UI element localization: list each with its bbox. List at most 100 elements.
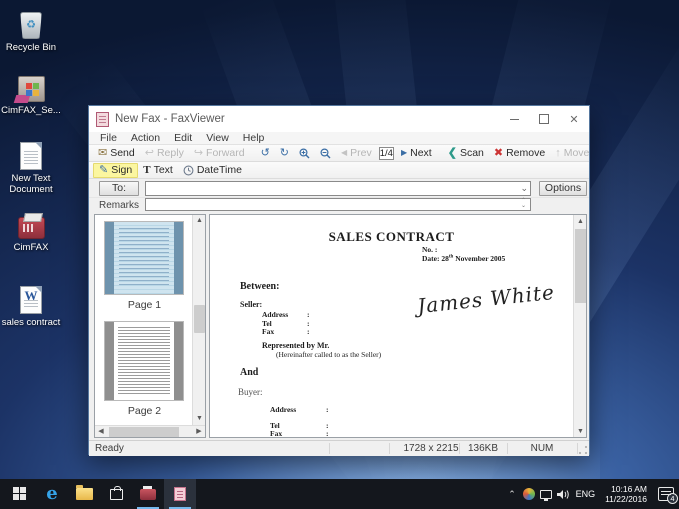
thumbnail-horizontal-scrollbar[interactable]: ◀ ▶ bbox=[95, 425, 205, 437]
scroll-right-icon[interactable]: ▶ bbox=[193, 426, 205, 438]
faxviewer-window: New Fax - FaxViewer ✕ File Action Edit V… bbox=[88, 105, 590, 455]
tray-show-hidden-icons[interactable]: ⌃ bbox=[504, 479, 521, 509]
menu-help[interactable]: Help bbox=[236, 132, 272, 144]
contract-page: SALES CONTRACT No. : Date: 28th November… bbox=[210, 215, 573, 437]
taskbar-faxviewer-button[interactable] bbox=[164, 479, 196, 509]
remove-x-icon: ✖ bbox=[494, 148, 503, 159]
remarks-input[interactable]: ⌃⌄ bbox=[145, 198, 531, 211]
between-label: Between: bbox=[240, 281, 279, 292]
fax-app-icon bbox=[140, 489, 156, 500]
text-file-icon bbox=[20, 142, 42, 170]
thumbnail-vertical-scrollbar[interactable]: ▲ ▼ bbox=[192, 215, 205, 425]
folder-icon bbox=[76, 488, 93, 500]
rotate-right-icon: ↻ bbox=[280, 148, 289, 159]
taskbar-file-explorer-button[interactable] bbox=[68, 479, 100, 509]
rotate-left-button[interactable]: ↺ bbox=[256, 146, 275, 161]
tray-clock[interactable]: 10:16 AM 11/22/2016 bbox=[599, 484, 653, 504]
chevron-down-icon[interactable]: ⌄ bbox=[520, 183, 528, 194]
main-toolbar: ✉ Send ↩ Reply ↪ Forward ↺ ↻ bbox=[89, 145, 589, 162]
sign-button[interactable]: ✎ Sign bbox=[93, 163, 138, 178]
page-1-caption: Page 1 bbox=[95, 299, 192, 311]
text-button[interactable]: T Text bbox=[138, 163, 178, 178]
maximize-button[interactable] bbox=[529, 106, 559, 132]
network-display-icon bbox=[540, 490, 552, 499]
menu-view[interactable]: View bbox=[199, 132, 236, 144]
chevron-up-icon: ⌃ bbox=[508, 489, 516, 500]
next-arrow-icon: ▶ bbox=[401, 149, 407, 157]
reply-button[interactable]: ↩ Reply bbox=[140, 146, 189, 161]
next-page-button[interactable]: ▶ Next bbox=[396, 146, 437, 161]
taskbar-edge-button[interactable]: e bbox=[36, 479, 68, 509]
faxviewer-app-icon bbox=[174, 487, 186, 501]
tray-date: 11/22/2016 bbox=[605, 494, 647, 504]
document-vertical-scrollbar[interactable]: ▲ ▼ bbox=[573, 215, 586, 437]
prev-page-button[interactable]: ◀ Prev bbox=[336, 146, 377, 161]
scroll-up-icon[interactable]: ▲ bbox=[193, 215, 206, 227]
desktop-icon-cimfax-setup[interactable]: CimFAX_Se... bbox=[0, 76, 62, 116]
buyer-address-row: Address: bbox=[270, 405, 296, 414]
datetime-button[interactable]: DateTime bbox=[178, 163, 247, 178]
remove-button[interactable]: ✖ Remove bbox=[489, 146, 550, 161]
zoom-in-button[interactable] bbox=[294, 146, 315, 161]
scan-button[interactable]: ❮ Scan bbox=[443, 146, 489, 161]
status-ready: Ready bbox=[95, 443, 124, 454]
shopping-bag-icon bbox=[110, 489, 123, 500]
tray-time: 10:16 AM bbox=[605, 484, 647, 494]
desktop-icon-cimfax[interactable]: CimFAX bbox=[0, 212, 62, 253]
desktop-icon-new-text-document[interactable]: New Text Document bbox=[0, 142, 62, 195]
signature-james-white[interactable]: James White bbox=[405, 279, 567, 320]
send-button[interactable]: ✉ Send bbox=[93, 146, 140, 161]
prev-arrow-icon: ◀ bbox=[341, 149, 347, 157]
notification-badge: 4 bbox=[667, 493, 678, 504]
spinner-icon[interactable]: ⌃⌄ bbox=[518, 199, 529, 210]
menu-edit[interactable]: Edit bbox=[167, 132, 199, 144]
buyer-label: Buyer: bbox=[238, 387, 263, 397]
remarks-label: Remarks bbox=[99, 200, 139, 211]
tray-language[interactable]: ENG bbox=[572, 489, 600, 499]
zoom-out-button[interactable] bbox=[315, 146, 336, 161]
scrollbar-thumb[interactable] bbox=[575, 229, 586, 303]
rotate-right-button[interactable]: ↻ bbox=[275, 146, 294, 161]
desktop-icon-recycle-bin[interactable]: Recycle Bin bbox=[0, 12, 62, 53]
move-up-button[interactable]: ↑ Move Up bbox=[550, 146, 589, 161]
document-viewport[interactable]: SALES CONTRACT No. : Date: 28th November… bbox=[209, 214, 587, 438]
taskbar-cimfax-button[interactable] bbox=[132, 479, 164, 509]
to-recipient-combobox[interactable]: ⌄ bbox=[145, 181, 531, 196]
start-button[interactable] bbox=[4, 479, 36, 509]
page-2-caption: Page 2 bbox=[95, 405, 192, 417]
page-thumbnail-pane: Page 1 Page 2 ▲ ▼ ◀ ▶ bbox=[94, 214, 206, 438]
app-icon bbox=[96, 112, 109, 127]
scroll-up-icon[interactable]: ▲ bbox=[574, 215, 587, 227]
forward-button[interactable]: ↪ Forward bbox=[189, 146, 250, 161]
text-t-icon: T bbox=[143, 165, 150, 176]
to-button[interactable]: To: bbox=[99, 181, 139, 196]
menu-file[interactable]: File bbox=[93, 132, 124, 144]
title-bar[interactable]: New Fax - FaxViewer ✕ bbox=[89, 106, 589, 132]
content-area: Page 1 Page 2 ▲ ▼ ◀ ▶ SALES CONTRACT No.… bbox=[89, 213, 589, 440]
scroll-down-icon[interactable]: ▼ bbox=[574, 425, 587, 437]
status-num-lock: NUM bbox=[507, 443, 577, 454]
desktop-icon-sales-contract[interactable]: W sales contract bbox=[0, 286, 62, 328]
options-button[interactable]: Options bbox=[539, 181, 587, 196]
tray-volume-button[interactable] bbox=[555, 479, 572, 509]
resize-grip[interactable] bbox=[578, 445, 588, 455]
tray-action-center-button[interactable]: 4 bbox=[653, 479, 679, 509]
action-center-icon: 4 bbox=[658, 487, 674, 501]
tray-network-button[interactable] bbox=[538, 479, 555, 509]
page-2-thumbnail[interactable] bbox=[104, 321, 184, 401]
page-1-thumbnail[interactable] bbox=[104, 221, 184, 295]
contract-date: Date: 28th November 2005 bbox=[422, 254, 505, 263]
scrollbar-thumb[interactable] bbox=[194, 305, 205, 333]
buyer-fax-row: Fax: bbox=[270, 429, 282, 438]
tray-app-button[interactable] bbox=[521, 479, 538, 509]
colored-sphere-icon bbox=[523, 488, 535, 500]
zoom-out-icon bbox=[320, 148, 331, 159]
taskbar-store-button[interactable] bbox=[100, 479, 132, 509]
menu-action[interactable]: Action bbox=[124, 132, 167, 144]
scrollbar-thumb[interactable] bbox=[109, 427, 179, 437]
scroll-down-icon[interactable]: ▼ bbox=[193, 413, 206, 425]
minimize-button[interactable] bbox=[499, 106, 529, 132]
page-indicator-field[interactable]: 1/4 bbox=[379, 147, 394, 160]
scroll-left-icon[interactable]: ◀ bbox=[95, 426, 107, 438]
close-button[interactable]: ✕ bbox=[559, 106, 589, 132]
